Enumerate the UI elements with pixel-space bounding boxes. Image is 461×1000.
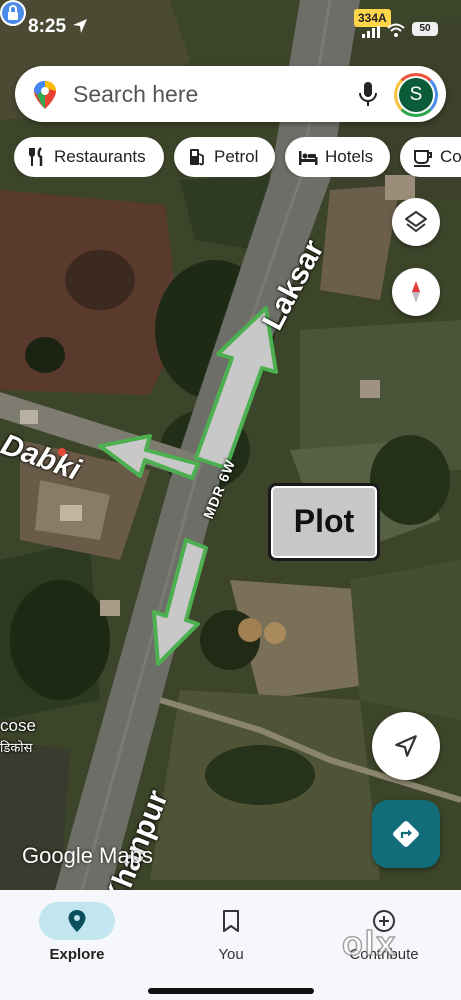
home-indicator[interactable]	[148, 988, 314, 994]
location-pin-icon	[68, 910, 86, 932]
layers-icon	[405, 211, 427, 232]
search-bar[interactable]: Search here S	[15, 66, 446, 122]
account-avatar[interactable]: S	[394, 73, 438, 117]
nav-you[interactable]: You	[154, 896, 308, 966]
chip-label-coffee: Co	[440, 147, 461, 166]
avatar-initial: S	[399, 78, 433, 112]
location-arrow-icon	[73, 19, 87, 33]
status-bar: 8:25 334A 50	[0, 0, 461, 56]
fork-knife-icon	[29, 147, 43, 166]
chip-label-petrol: Petrol	[214, 147, 259, 166]
directions-button[interactable]	[372, 800, 440, 868]
chip-hotels[interactable]: Hotels	[285, 137, 390, 177]
chip-coffee[interactable]: Co	[400, 137, 461, 177]
category-chips: Restaurants Petrol Hotels Co	[14, 137, 461, 177]
google-maps-watermark: Google Maps	[22, 843, 153, 868]
status-time: 8:25	[28, 16, 67, 37]
nav-explore[interactable]: Explore	[0, 896, 154, 966]
wifi-icon	[387, 23, 405, 37]
layers-button[interactable]	[392, 198, 440, 246]
directions-icon	[393, 821, 419, 847]
battery-icon: 50	[412, 22, 438, 36]
nav-label-you: You	[218, 946, 244, 963]
nav-label-explore: Explore	[49, 946, 105, 963]
place-marker-dot[interactable]	[58, 448, 66, 456]
chip-restaurants[interactable]: Restaurants	[14, 137, 164, 177]
compass-icon	[412, 281, 420, 303]
olx-watermark-logo: olx	[341, 924, 398, 964]
compass-button[interactable]	[392, 268, 440, 316]
signal-icon	[362, 26, 380, 38]
microphone-icon[interactable]	[358, 81, 378, 107]
google-maps-pin-icon	[34, 81, 56, 109]
my-location-button[interactable]	[372, 712, 440, 780]
bookmark-icon	[223, 910, 239, 932]
carrier-badge: 334A	[354, 9, 391, 27]
navigation-arrow-icon	[395, 735, 417, 757]
poi-label-cose[interactable]: cose	[0, 716, 36, 736]
chip-petrol[interactable]: Petrol	[174, 137, 275, 177]
bed-icon	[299, 151, 318, 165]
chip-label-restaurants: Restaurants	[54, 147, 146, 166]
poi-label-cose-hindi: डिकोस	[0, 740, 33, 755]
search-input[interactable]: Search here	[73, 81, 198, 108]
fuel-pump-icon	[190, 149, 204, 166]
coffee-cup-icon	[414, 150, 432, 167]
plot-annotation-box: Plot	[268, 483, 380, 561]
chip-label-hotels: Hotels	[325, 147, 374, 166]
